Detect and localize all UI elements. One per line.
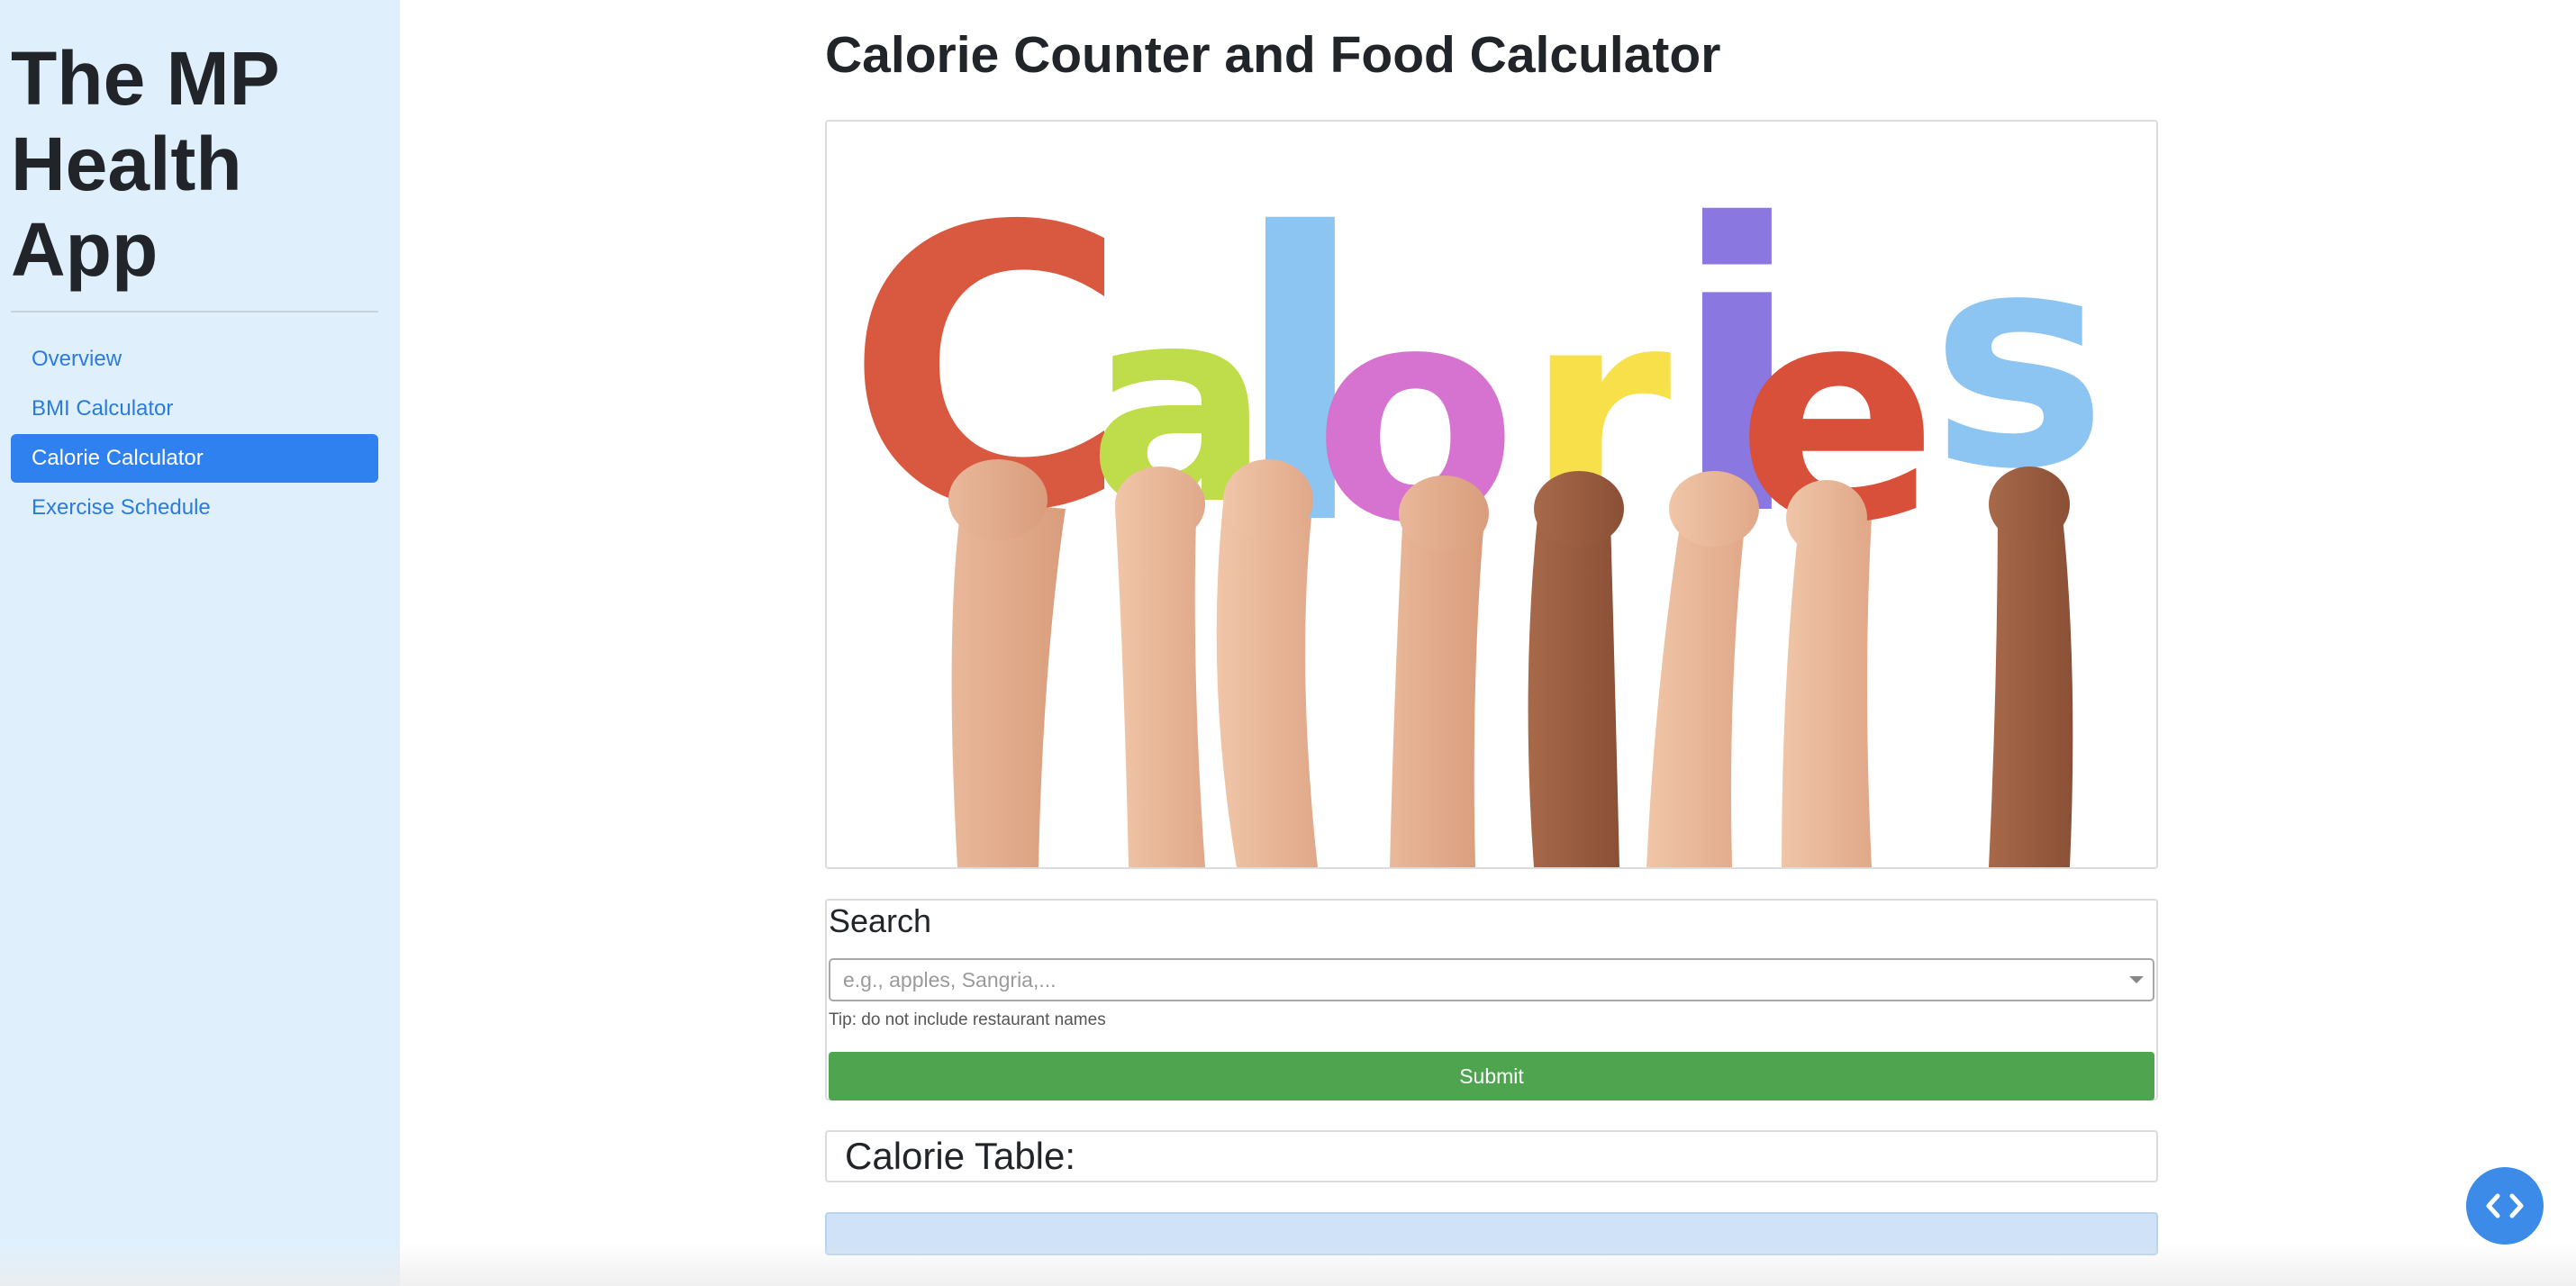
- sidebar-item-calorie-calculator[interactable]: Calorie Calculator: [11, 434, 378, 483]
- submit-button[interactable]: Submit: [829, 1052, 2154, 1100]
- chevron-down-icon[interactable]: [2129, 976, 2144, 983]
- calorie-table-card: Calorie Table:: [825, 1130, 2158, 1182]
- sidebar: The MP Health App Overview BMI Calculato…: [0, 0, 400, 1286]
- food-search-input[interactable]: [829, 958, 2154, 1001]
- app-title: The MP Health App: [11, 36, 279, 292]
- calories-letters: C a l o r i e s: [845, 141, 2107, 611]
- search-card: Search Tip: do not include restaurant na…: [825, 899, 2158, 1100]
- page-title: Calorie Counter and Food Calculator: [825, 26, 1721, 84]
- code-brackets-glyph: [2486, 1193, 2524, 1218]
- sidebar-item-exercise-schedule[interactable]: Exercise Schedule: [11, 484, 378, 532]
- sidebar-item-overview[interactable]: Overview: [11, 335, 378, 384]
- sidebar-nav: Overview BMI Calculator Calorie Calculat…: [11, 335, 378, 533]
- search-tip: Tip: do not include restaurant names: [829, 1010, 1106, 1029]
- calorie-table-heading: Calorie Table:: [845, 1135, 1076, 1177]
- results-bar: [825, 1212, 2158, 1255]
- sidebar-divider: [11, 311, 378, 312]
- calories-illustration: C a l o r i e s: [845, 141, 2107, 867]
- search-heading: Search: [829, 902, 932, 939]
- code-brackets-icon[interactable]: [2466, 1167, 2544, 1245]
- sidebar-item-bmi-calculator[interactable]: BMI Calculator: [11, 385, 378, 433]
- hero-image: C a l o r i e s: [825, 120, 2158, 869]
